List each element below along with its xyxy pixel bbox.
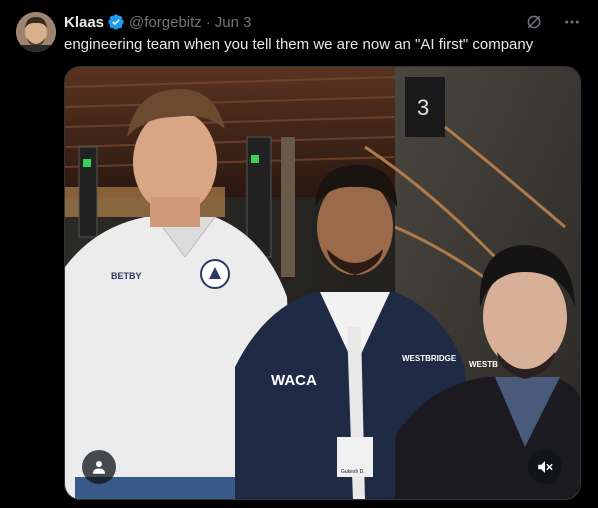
tag-people-button[interactable]	[82, 450, 116, 484]
tweet: Klaas @forgebitz · Jun 3 engineering tea	[0, 0, 598, 508]
tweet-date[interactable]: Jun 3	[215, 14, 252, 31]
jacket-brand-right: WESTB	[469, 360, 498, 369]
tweet-photo[interactable]: 3 BETBY Gukesh D. WACA WESTBRIDGE WESTB	[64, 66, 581, 500]
person-icon	[93, 461, 105, 474]
avatar-image	[16, 12, 56, 52]
jacket-brand: WESTBRIDGE	[402, 354, 457, 363]
floor-number: 3	[417, 95, 429, 120]
tweet-actions	[524, 12, 582, 32]
display-name[interactable]: Klaas	[64, 14, 104, 31]
tweet-text: engineering team when you tell them we a…	[64, 36, 534, 53]
grok-icon[interactable]	[524, 12, 544, 32]
photo-image: 3 BETBY Gukesh D. WACA WESTBRIDGE WESTB	[65, 67, 580, 499]
jacket-logo: WACA	[271, 372, 317, 389]
avatar[interactable]	[16, 12, 56, 52]
separator-dot: ·	[205, 13, 211, 31]
verified-badge-icon[interactable]	[107, 13, 125, 31]
badge-name: Gukesh D.	[341, 469, 365, 475]
tweet-header: Klaas @forgebitz · Jun 3	[64, 12, 252, 32]
shirt-logo: BETBY	[111, 271, 142, 281]
speaker-muted-icon	[538, 461, 553, 473]
author-handle[interactable]: @forgebitz	[129, 14, 202, 31]
mute-button[interactable]	[528, 450, 562, 484]
more-options-icon[interactable]	[562, 12, 582, 32]
